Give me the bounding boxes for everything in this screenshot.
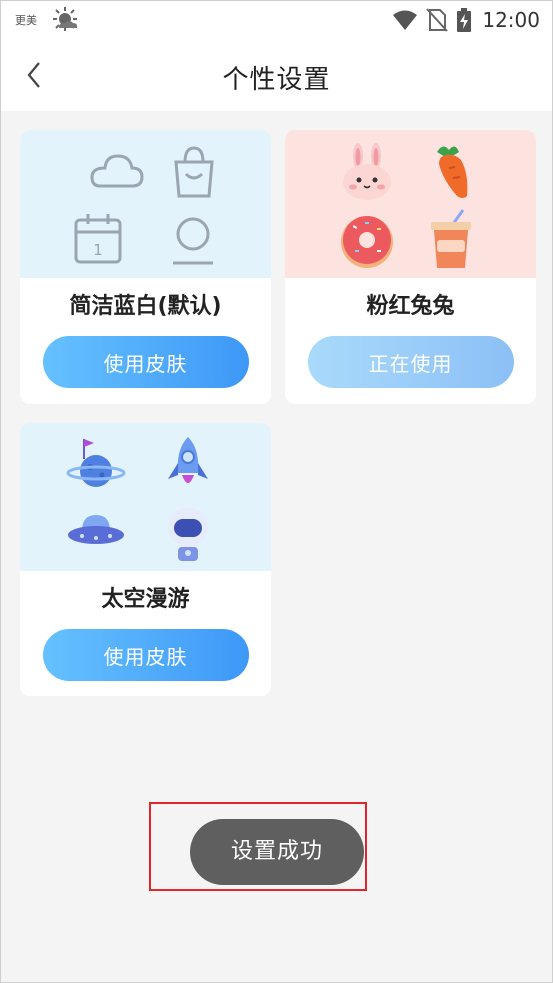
skin-card-blue-white[interactable]: 1 简洁蓝白(默认) 使用皮肤 bbox=[20, 130, 271, 404]
astronaut-icon bbox=[168, 507, 208, 561]
skin-card-space[interactable]: 太空漫游 使用皮肤 bbox=[20, 423, 271, 696]
ufo-icon bbox=[68, 515, 124, 544]
planet-flag-icon bbox=[66, 439, 126, 487]
skin-preview: 1 bbox=[20, 130, 271, 278]
shopping-bag-icon bbox=[174, 146, 214, 198]
drink-cup-icon bbox=[431, 209, 471, 268]
skin-card-pink-bunny[interactable]: 粉红兔兔 正在使用 bbox=[285, 130, 536, 404]
wifi-icon bbox=[393, 10, 418, 30]
cloud-icon bbox=[90, 154, 144, 188]
nav-bar: 个性设置 bbox=[1, 39, 552, 111]
carrier-label: 更美 bbox=[15, 14, 37, 27]
use-skin-button[interactable]: 使用皮肤 bbox=[42, 336, 249, 388]
no-sim-icon bbox=[426, 8, 449, 32]
weather-icon bbox=[53, 7, 78, 31]
use-skin-button[interactable]: 使用皮肤 bbox=[42, 629, 249, 681]
page-title: 个性设置 bbox=[222, 65, 331, 95]
toast-message: 设置成功 bbox=[190, 819, 364, 885]
clock: 12:00 bbox=[482, 8, 540, 32]
rocket-icon bbox=[168, 437, 208, 483]
carrot-icon bbox=[437, 146, 468, 198]
donut-icon bbox=[341, 216, 393, 268]
svg-text:1: 1 bbox=[93, 241, 103, 259]
bunny-icon bbox=[343, 143, 391, 200]
calendar-icon: 1 bbox=[74, 214, 122, 264]
skin-preview bbox=[285, 130, 536, 278]
skin-name: 太空漫游 bbox=[101, 587, 190, 612]
user-icon bbox=[173, 217, 213, 265]
battery-charging-icon bbox=[457, 8, 472, 32]
status-bar: 更美 12:00 bbox=[1, 1, 552, 39]
skin-name: 简洁蓝白(默认) bbox=[69, 294, 222, 319]
in-use-button[interactable]: 正在使用 bbox=[307, 336, 514, 388]
skin-name: 粉红兔兔 bbox=[366, 294, 455, 319]
skin-preview bbox=[20, 423, 271, 571]
